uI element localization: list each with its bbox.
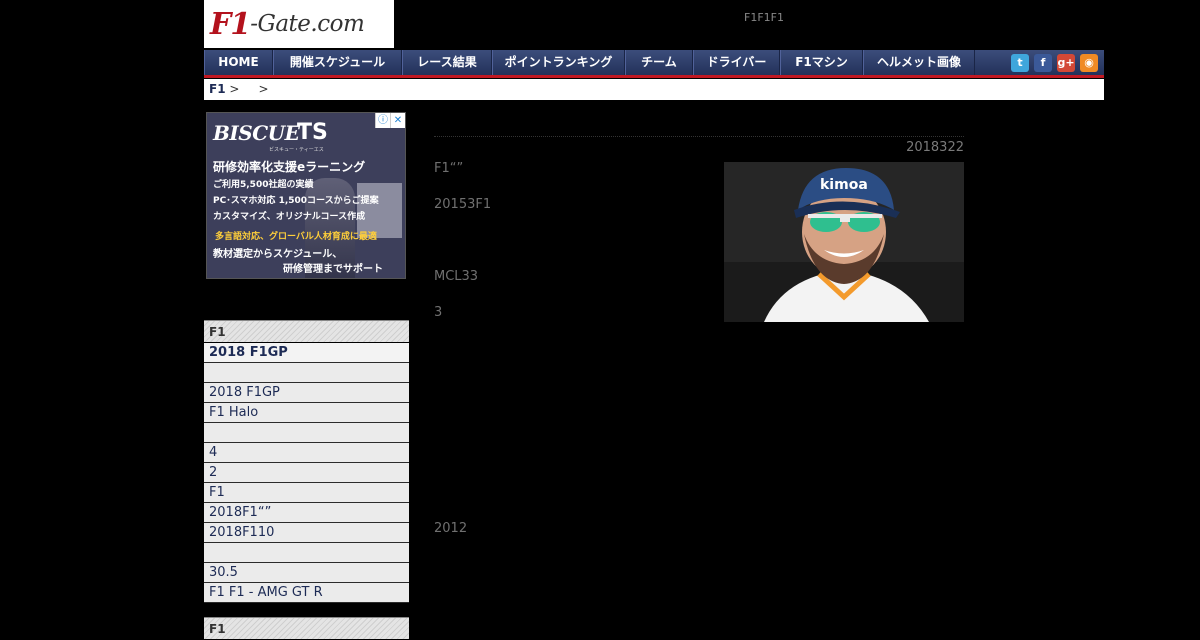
sidebar-item[interactable]: F1 F1 - AMG GT R [204, 583, 409, 603]
advertisement-banner[interactable]: BISCUE TS ビスキュー・ティーエス ⓘ ✕ 研修効率化支援eラーニング … [206, 112, 406, 279]
sidebar-item[interactable]: 4 [204, 443, 409, 463]
sidebar-item[interactable]: F1 Halo [204, 403, 409, 423]
sidebar-section-title: F1 [204, 320, 409, 342]
site-tagline: F1F1F1 [744, 11, 784, 24]
sidebar-item[interactable]: 30.5 [204, 563, 409, 583]
sidebar-item[interactable]: 2018 F1GP [204, 383, 409, 403]
article: 2018322 F1“” 20153F1 MCL33 3 2012 kimoa [434, 136, 964, 536]
driver-photo-illustration: kimoa [724, 162, 964, 322]
nav-teams[interactable]: チーム [625, 50, 693, 75]
article-paragraph: 2012 [434, 521, 468, 536]
breadcrumb: F1 > > [204, 79, 1104, 100]
ad-line: PC･スマホ対応 1,500コースからご提案 [213, 196, 379, 206]
sidebar-section-title: F1 [204, 617, 409, 639]
article-date: 2018322 [906, 140, 964, 155]
nav-machines[interactable]: F1マシン [780, 50, 863, 75]
facebook-icon[interactable]: f [1034, 53, 1052, 72]
ad-choices: ⓘ ✕ [375, 113, 405, 128]
twitter-icon[interactable]: t [1011, 53, 1029, 72]
ad-line: 多言語対応、グローバル人材育成に最適 [215, 232, 377, 242]
article-paragraph: F1“” [434, 161, 464, 176]
sidebar-item[interactable] [204, 543, 409, 563]
logo-f1-text: F1 [210, 6, 251, 42]
nav-results[interactable]: レース結果 [402, 50, 492, 75]
nav-schedule[interactable]: 開催スケジュール [273, 50, 402, 75]
ad-brand-name: BISCUE [213, 121, 300, 145]
site-logo[interactable]: F1 -Gate.com [204, 0, 394, 48]
ad-brand-ts: TS [297, 120, 328, 145]
nav-drivers[interactable]: ドライバー [693, 50, 780, 75]
ad-line: ご利用5,500社超の実績 [213, 180, 314, 190]
breadcrumb-separator: > [258, 82, 269, 96]
logo-domain-text: -Gate.com [250, 11, 365, 37]
sidebar-item[interactable]: F1 [204, 483, 409, 503]
nav-home[interactable]: HOME [204, 50, 273, 75]
sidebar-item[interactable]: 2018F1“” [204, 503, 409, 523]
rss-icon[interactable]: ◉ [1080, 53, 1098, 72]
ad-line: カスタマイズ、オリジナルコース作成 [213, 212, 366, 222]
social-links: t f g+ ◉ [1011, 50, 1104, 75]
sidebar-item[interactable]: 2 [204, 463, 409, 483]
nav-ranking[interactable]: ポイントランキング [492, 50, 625, 75]
ad-close-icon[interactable]: ✕ [390, 113, 405, 128]
sidebar-item[interactable]: 2018 F1GP [204, 343, 409, 363]
article-divider [434, 136, 964, 137]
breadcrumb-home[interactable]: F1 [209, 82, 226, 96]
googleplus-icon[interactable]: g+ [1057, 53, 1075, 72]
ad-brand-sub: ビスキュー・ティーエス [269, 147, 324, 153]
breadcrumb-separator: > [225, 82, 240, 96]
article-photo[interactable]: kimoa [724, 162, 964, 322]
ad-info-icon[interactable]: ⓘ [375, 113, 390, 128]
page-wrapper: F1 -Gate.com F1F1F1 HOME 開催スケジュール レース結果 ポ… [204, 0, 1104, 639]
sidebar-list: 2018 F1GP 2018 F1GP F1 Halo 4 2 F1 2018F… [204, 343, 409, 603]
ad-line: 研修管理までサポート [283, 264, 383, 275]
ad-line: 研修効率化支援eラーニング [213, 160, 366, 174]
sidebar-item[interactable] [204, 423, 409, 443]
sidebar-item[interactable] [204, 363, 409, 383]
article-paragraph: MCL33 [434, 269, 479, 284]
article-paragraph: 20153F1 [434, 197, 492, 212]
main-nav: HOME 開催スケジュール レース結果 ポイントランキング チーム ドライバー … [204, 50, 1104, 78]
nav-helmets[interactable]: ヘルメット画像 [863, 50, 975, 75]
sidebar-item[interactable]: 2018F110 [204, 523, 409, 543]
article-paragraph: 3 [434, 305, 443, 320]
ad-line: 教材選定からスケジュール、 [213, 249, 343, 260]
cap-logo-text: kimoa [820, 177, 868, 193]
